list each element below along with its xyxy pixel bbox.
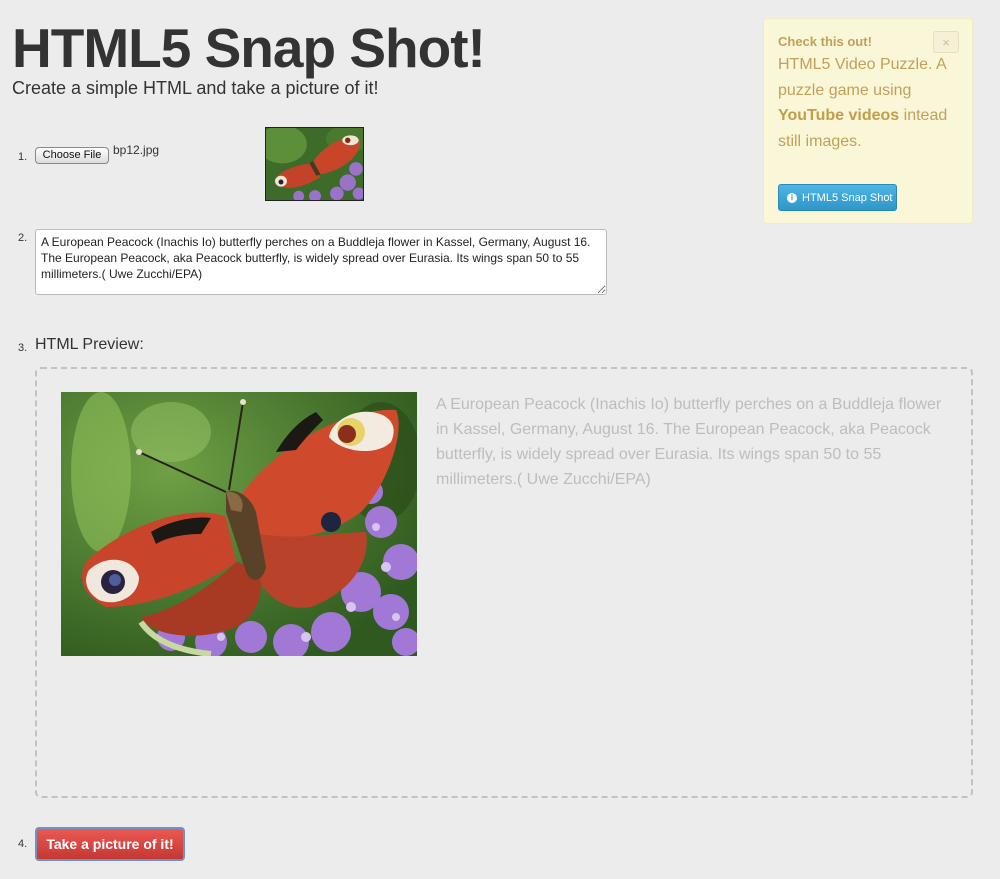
close-icon[interactable]: ×	[933, 31, 959, 53]
selected-file-name: bp12.jpg	[113, 143, 160, 157]
notice-body-bold: YouTube videos	[778, 107, 900, 124]
step-number-3: 3.	[18, 342, 28, 354]
page-subtitle: Create a simple HTML and take a picture …	[12, 78, 379, 98]
page-title: HTML5 Snap Shot!	[12, 17, 486, 79]
step-number-2: 2.	[18, 232, 28, 244]
notice-body: HTML5 Video Puzzle. A puzzle game using …	[778, 52, 963, 154]
notice-button-label: HTML5 Snap Shot	[802, 191, 893, 204]
uploaded-image-thumbnail	[265, 127, 364, 201]
preview-label: HTML Preview:	[35, 336, 144, 353]
page: HTML5 Snap Shot! Create a simple HTML an…	[0, 0, 1000, 879]
caption-textarea[interactable]: A European Peacock (Inachis Io) butterfl…	[35, 229, 607, 295]
notice-heading: Check this out!	[778, 34, 872, 49]
step-number-4: 4.	[18, 838, 28, 850]
notice-body-text-1: HTML5 Video Puzzle. A puzzle game using	[778, 56, 946, 99]
choose-file-button[interactable]: Choose File	[35, 147, 109, 164]
info-icon: i	[787, 192, 797, 203]
promo-notice: Check this out! × HTML5 Video Puzzle. A …	[763, 18, 973, 224]
take-picture-button[interactable]: Take a picture of it!	[35, 827, 185, 861]
preview-butterfly-image	[61, 392, 417, 656]
step-number-1: 1.	[18, 151, 28, 163]
html5-snap-shot-link-button[interactable]: i HTML5 Snap Shot	[778, 184, 897, 211]
preview-caption-text: A European Peacock (Inachis Io) butterfl…	[436, 396, 942, 488]
